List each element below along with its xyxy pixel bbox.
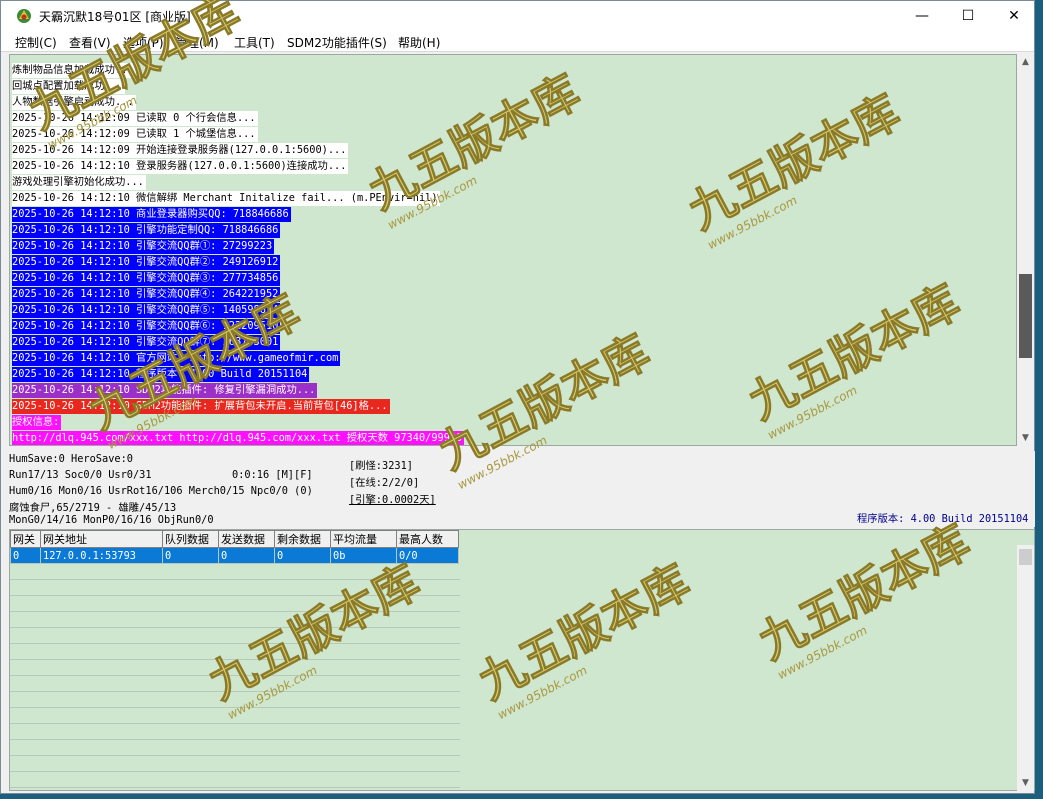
log-line: 2025-10-26 14:12:10 商业登录器购买QQ: 718846686 [12, 207, 291, 222]
log-line: 2025-10-26 14:12:09 已读取 0 个行会信息... [12, 111, 258, 126]
time-text: 0:0:16 [M][F] [232, 469, 313, 481]
menu-options[interactable]: 选项(P) [123, 34, 164, 51]
log-line: 回城点配置加载成功... [12, 79, 126, 94]
mon-text: MonG0/14/16 MonP0/16/16 ObjRun0/0 [9, 514, 214, 526]
maximize-button[interactable]: ☐ [945, 1, 991, 31]
table-cell: 0 [274, 547, 331, 564]
log-line: 2025-10-26 14:12:10 程序版本: 4.00 Build 201… [12, 367, 310, 382]
column-header[interactable]: 发送数据 [218, 530, 275, 548]
close-button[interactable]: ✕ [991, 1, 1037, 31]
log-line: 人物数据引擎启动成功... [12, 95, 136, 110]
log-scrollbar[interactable]: ▲ ▼ [1017, 54, 1034, 446]
log-line: 2025-10-26 14:12:10 引擎交流QQ群③: 277734856 [12, 271, 281, 286]
status-panel: HumSave:0 HeroSave:0 Run17/13 Soc0/0 Usr… [7, 451, 1035, 527]
menu-control[interactable]: 控制(C) [15, 34, 57, 51]
scroll-thumb[interactable] [1019, 274, 1032, 358]
log-line: 2025-10-26 14:12:10 引擎交流QQ群⑥: 122209510 [12, 319, 281, 334]
table-cell: 0 [218, 547, 275, 564]
app-icon [17, 9, 31, 23]
log-line: 2025-10-26 14:12:10 引擎交流QQ群①: 27299223 [12, 239, 275, 254]
humsave-text: HumSave:0 HeroSave:0 [9, 453, 133, 465]
column-header[interactable]: 队列数据 [162, 530, 219, 548]
run-text: Run17/13 Soc0/0 Usr0/31 [9, 469, 152, 481]
gate-table-panel[interactable]: 网关 网关地址 队列数据 发送数据 剩余数据 平均流量 最高人数 0 127.0.0.1:53… [9, 529, 1035, 791]
log-line: 2025-10-26 14:12:10 官方网站: http://www.gam… [12, 351, 341, 366]
brush-monster-text: [刷怪:3231] [349, 460, 413, 472]
menu-manage[interactable]: 管理(M) [175, 34, 219, 51]
log-line: 炼制物品信息加载成功... [12, 63, 136, 78]
menu-bar: 控制(C) 查看(V) 选项(P) 管理(M) 工具(T) SDM2功能插件(S… [1, 31, 1034, 52]
maximize-icon: ☐ [961, 8, 975, 24]
table-cell: 0 [10, 547, 41, 564]
menu-help[interactable]: 帮助(H) [398, 34, 440, 51]
menu-sdm2-plugin[interactable]: SDM2功能插件(S) [287, 34, 387, 51]
table-scroll-down-icon[interactable]: ▼ [1017, 775, 1034, 791]
log-line: 2025-10-26 14:12:10 SDM2功能插件: 扩展背包未开启.当前… [12, 399, 390, 414]
engine-days-text[interactable]: [引擎:0.0002天] [349, 491, 436, 506]
hum-text: Hum0/16 Mon0/16 UsrRot16/106 Merch0/15 N… [9, 485, 313, 497]
log-line: 2025-10-26 14:12:09 已读取 1 个城堡信息... [12, 127, 258, 142]
log-line: 2025-10-26 14:12:10 微信解绑 Merchant Inital… [12, 191, 440, 206]
main-window: 天霸沉默18号01区 [商业版] — ☐ ✕ 控制(C) 查看(V) 选项(P)… [0, 0, 1035, 794]
table-cell: 0/0 [396, 547, 459, 564]
window-title: 天霸沉默18号01区 [商业版] [39, 10, 191, 24]
table-grid-lines [10, 564, 460, 790]
minimize-icon: — [915, 8, 929, 24]
scroll-down-icon[interactable]: ▼ [1017, 430, 1034, 446]
table-row[interactable]: 0 127.0.0.1:53793 0 0 0 0b 0/0 [10, 547, 459, 564]
log-line: 2025-10-26 14:12:09 开始连接登录服务器(127.0.0.1:… [12, 143, 349, 158]
online-text: [在线:2/2/0] [349, 477, 420, 489]
log-line: 2025-10-26 14:12:10 SDM2功能插件: 修复引擎漏洞成功..… [12, 383, 318, 398]
column-header[interactable]: 网关 [10, 530, 41, 548]
menu-tools[interactable]: 工具(T) [234, 34, 275, 51]
table-cell: 0 [162, 547, 219, 564]
title-bar[interactable]: 天霸沉默18号01区 [商业版] — ☐ ✕ [1, 1, 1034, 31]
column-header[interactable]: 剩余数据 [274, 530, 331, 548]
log-line: 2025-10-26 14:12:10 引擎交流QQ群②: 249126912 [12, 255, 281, 270]
scroll-up-icon[interactable]: ▲ [1017, 54, 1034, 70]
log-line: 2025-10-26 14:12:10 引擎功能定制QQ: 718846686 [12, 223, 281, 238]
log-line: 授权信息: [12, 415, 62, 430]
version-text: 程序版本: 4.00 Build 20151104 [857, 513, 1029, 525]
log-line: 2025-10-26 14:12:10 引擎交流QQ群⑦: 268703001 [12, 335, 281, 350]
log-line: 2025-10-26 14:12:10 引擎交流QQ群④: 264221952 [12, 287, 281, 302]
column-header[interactable]: 最高人数 [396, 530, 459, 548]
table-cell: 127.0.0.1:53793 [40, 547, 163, 564]
table-scroll-thumb[interactable] [1019, 549, 1032, 565]
log-line: 游戏处理引擎初始化成功... [12, 175, 146, 190]
log-panel[interactable]: 炼制物品信息加载成功... 回城点配置加载成功... 人物数据引擎启动成功... 20… [9, 54, 1017, 446]
close-icon: ✕ [1008, 8, 1020, 24]
menu-view[interactable]: 查看(V) [69, 34, 111, 51]
log-line: http://dlq.945.com/xxx.txt http://dlq.94… [12, 431, 465, 445]
log-line: 2025-10-26 14:12:10 引擎交流QQ群⑤: 140598634 [12, 303, 281, 318]
table-cell: 0b [330, 547, 397, 564]
column-header[interactable]: 平均流量 [330, 530, 397, 548]
log-line: 2025-10-26 14:12:10 登录服务器(127.0.0.1:5600… [12, 159, 349, 174]
minimize-button[interactable]: — [899, 1, 945, 31]
food-text: 腐蚀食尸,65/2719 - 雄雕/45/13 [9, 502, 177, 514]
gate-table: 网关 网关地址 队列数据 发送数据 剩余数据 平均流量 最高人数 0 127.0.0.1:53… [10, 530, 459, 564]
column-header[interactable]: 网关地址 [40, 530, 163, 548]
table-scrollbar[interactable]: ▼ [1017, 545, 1034, 791]
